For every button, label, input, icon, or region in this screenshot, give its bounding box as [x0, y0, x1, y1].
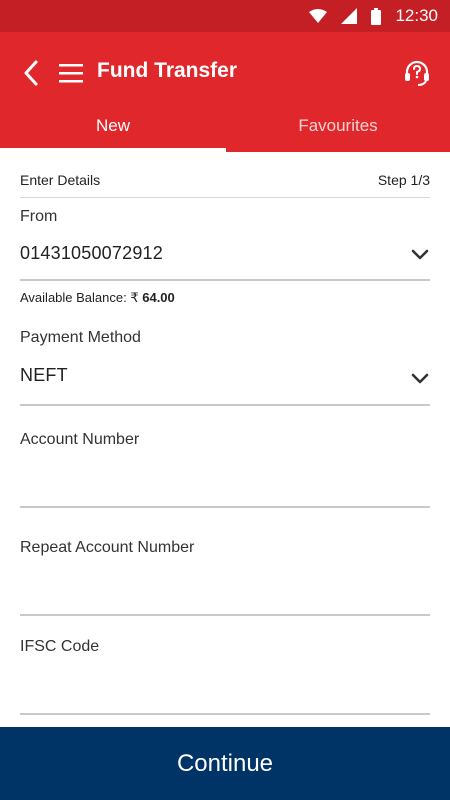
- status-bar: 12:30: [0, 0, 450, 32]
- from-label: From: [20, 208, 58, 225]
- ifsc-underline: [20, 713, 430, 715]
- battery-icon: [371, 7, 382, 25]
- account-number-field[interactable]: Account Number: [20, 431, 139, 449]
- signal-icon: [341, 8, 358, 24]
- tab-bar: New Favourites: [0, 114, 450, 152]
- available-balance: Available Balance: ₹ 64.00: [20, 290, 175, 306]
- back-arrow-icon: [24, 60, 38, 86]
- repeat-account-number-field[interactable]: Repeat Account Number: [20, 539, 194, 557]
- wifi-icon: [309, 9, 328, 23]
- tab-new[interactable]: New: [0, 114, 226, 152]
- enter-details-label: Enter Details: [20, 172, 101, 188]
- headset-icon: [405, 60, 429, 86]
- divider: [20, 197, 430, 198]
- page-title: Fund Transfer: [97, 59, 238, 82]
- account-underline: [20, 506, 430, 508]
- repeat-underline: [20, 614, 430, 616]
- chevron-down-icon[interactable]: [410, 372, 430, 386]
- menu-button[interactable]: [58, 60, 84, 86]
- clock: 12:30: [395, 6, 438, 25]
- app-bar: Fund Transfer: [0, 32, 450, 114]
- help-button[interactable]: [400, 56, 434, 90]
- step-indicator: Step 1/3: [377, 172, 430, 188]
- from-underline: [20, 279, 430, 281]
- step-header: Enter Details Step 1/3: [20, 172, 430, 188]
- ifsc-code-field[interactable]: IFSC Code: [20, 638, 99, 656]
- from-account-select[interactable]: 01431050072912: [20, 243, 163, 264]
- chevron-down-icon[interactable]: [410, 248, 430, 262]
- tab-favourites[interactable]: Favourites: [226, 114, 450, 152]
- back-button[interactable]: [18, 58, 44, 88]
- balance-value: 64.00: [142, 290, 175, 305]
- hamburger-icon: [59, 64, 83, 83]
- payment-method-select[interactable]: NEFT: [20, 365, 68, 386]
- payment-method-label: Payment Method: [20, 329, 141, 346]
- continue-button[interactable]: Continue: [0, 727, 450, 800]
- payment-underline: [20, 404, 430, 406]
- balance-label: Available Balance: ₹: [20, 290, 139, 305]
